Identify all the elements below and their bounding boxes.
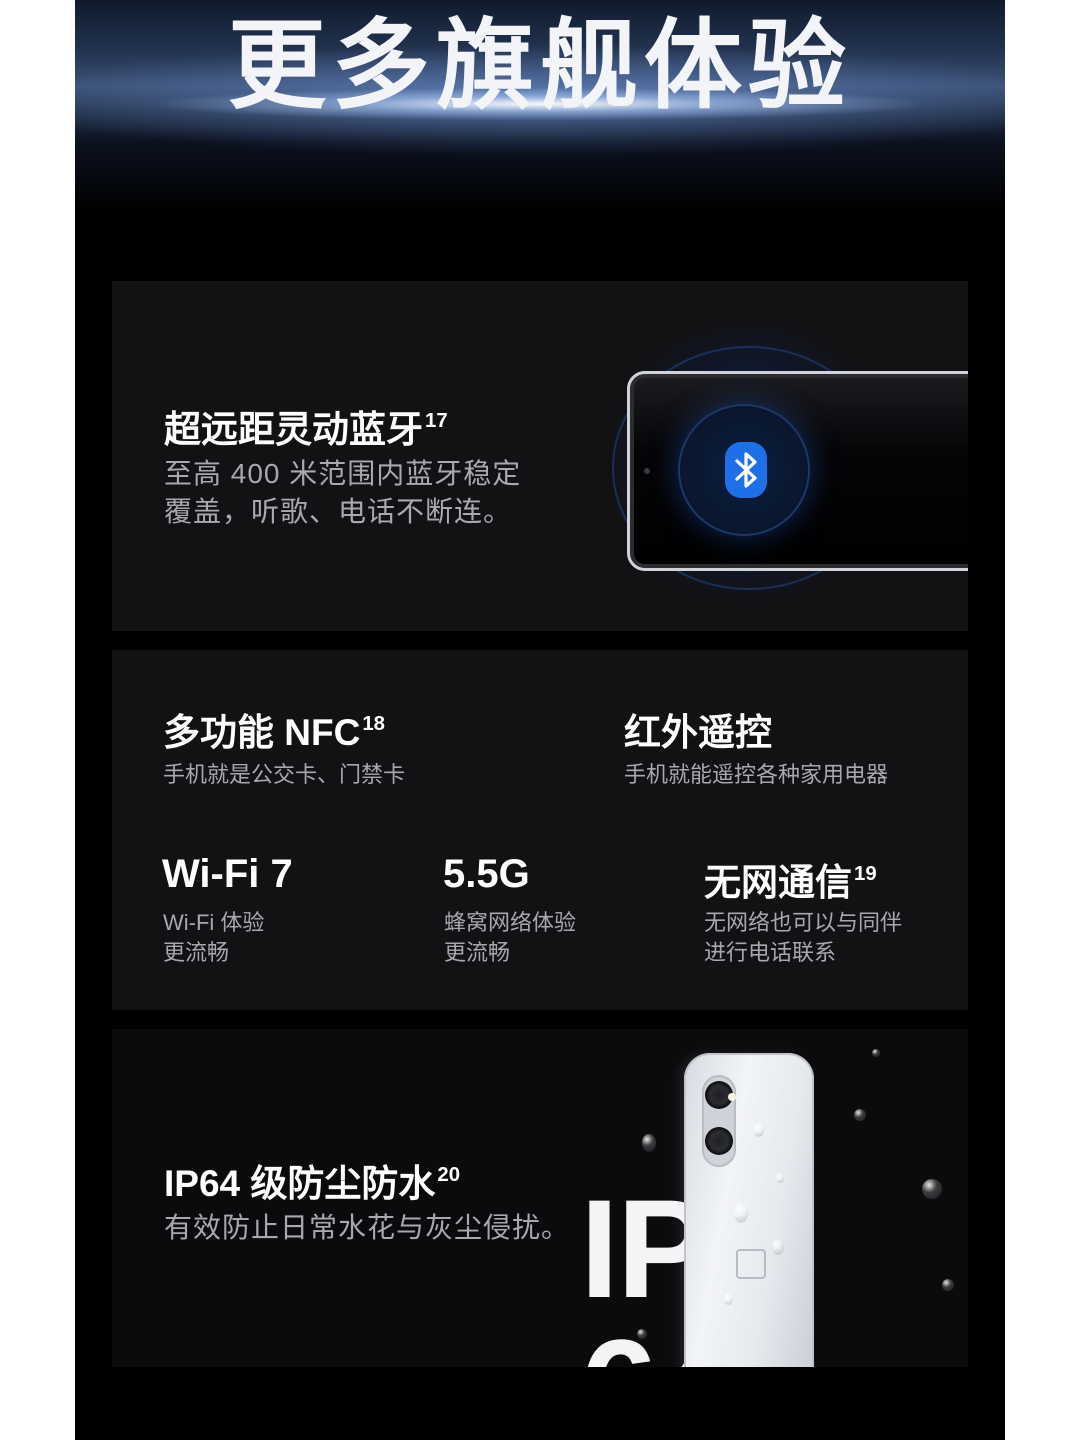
hero-title: 更多旗舰体验	[227, 10, 852, 120]
features-card: 多功能 NFC18 手机就是公交卡、门禁卡 红外遥控 手机就能遥控各种家用电器 …	[112, 650, 968, 1010]
nfc-title: 多功能 NFC18	[163, 702, 385, 756]
flash-icon	[728, 1093, 736, 1101]
bluetooth-card: 超远距灵动蓝牙17 至高 400 米范围内蓝牙稳定 覆盖，听歌、电话不断连。	[112, 281, 968, 631]
product-page: 更多旗舰体验 超远距灵动蓝牙17 至高 400 米范围内蓝牙稳定 覆盖，听歌、电…	[75, 0, 1005, 1440]
nfc-desc: 手机就是公交卡、门禁卡	[163, 762, 406, 787]
bluetooth-desc-line2: 覆盖，听歌、电话不断连。	[164, 495, 513, 527]
water-drop-icon	[854, 1109, 866, 1121]
5-5g-desc-line1: 蜂窝网络体验	[444, 910, 577, 935]
water-drop-icon	[872, 1049, 880, 1057]
ir-desc: 手机就能遥控各种家用电器	[624, 762, 889, 787]
water-drop-icon	[922, 1179, 942, 1199]
water-drop-icon	[754, 1123, 764, 1137]
hero-banner: 更多旗舰体验	[75, 0, 1005, 270]
wifi-desc-line2: 更流畅	[163, 939, 230, 965]
wifi-desc-line1: Wi-Fi 体验	[163, 910, 265, 935]
nfc-footnote: 18	[362, 712, 385, 735]
wifi-title: Wi-Fi 7	[162, 852, 293, 896]
ir-title: 红外遥控	[624, 712, 772, 753]
ip64-desc: 有效防止日常水花与灰尘侵扰。	[164, 1212, 571, 1243]
ip64-title-text: IP64 级防尘防水	[164, 1163, 436, 1204]
5-5g-title: 5.5G	[443, 852, 530, 896]
offline-comm-title: 无网通信19	[704, 852, 877, 906]
offline-comm-footnote: 19	[854, 862, 877, 885]
5-5g-desc: 蜂窝网络体验 更流畅	[444, 908, 576, 967]
water-drop-icon	[942, 1279, 954, 1291]
ip64-title: IP64 级防尘防水20	[164, 1153, 460, 1207]
bluetooth-title-text: 超远距灵动蓝牙	[164, 409, 423, 450]
offline-comm-desc-line1: 无网络也可以与同伴	[704, 910, 903, 935]
bluetooth-title: 超远距灵动蓝牙17	[164, 399, 448, 453]
bluetooth-desc: 至高 400 米范围内蓝牙稳定 覆盖，听歌、电话不断连。	[164, 455, 521, 531]
water-drop-icon	[724, 1293, 733, 1305]
bluetooth-footnote: 17	[425, 409, 448, 432]
offline-comm-desc: 无网络也可以与同伴 进行电话联系	[704, 908, 902, 967]
phone-front-image	[627, 371, 968, 571]
offline-comm-title-text: 无网通信	[704, 862, 852, 903]
phone-back-image	[684, 1053, 814, 1367]
ip64-footnote: 20	[437, 1163, 461, 1186]
5-5g-desc-line2: 更流畅	[444, 939, 511, 965]
water-drop-icon	[642, 1134, 656, 1152]
camera-lens-icon	[705, 1127, 733, 1155]
water-drop-icon	[734, 1203, 748, 1223]
nfc-title-text: 多功能 NFC	[163, 712, 361, 753]
water-drop-icon	[637, 1329, 647, 1339]
camera-module	[702, 1075, 736, 1167]
bluetooth-icon	[725, 442, 767, 498]
ip64-card: IP64 级防尘防水20 有效防止日常水花与灰尘侵扰。 IP64	[112, 1029, 968, 1367]
bluetooth-desc-line1: 至高 400 米范围内蓝牙稳定	[164, 458, 522, 489]
water-drop-icon	[776, 1173, 784, 1183]
front-camera-dot	[644, 468, 650, 474]
offline-comm-desc-line2: 进行电话联系	[704, 939, 837, 965]
brand-logo-icon	[736, 1249, 766, 1279]
water-drop-icon	[772, 1239, 784, 1255]
wifi-desc: Wi-Fi 体验 更流畅	[163, 908, 264, 967]
